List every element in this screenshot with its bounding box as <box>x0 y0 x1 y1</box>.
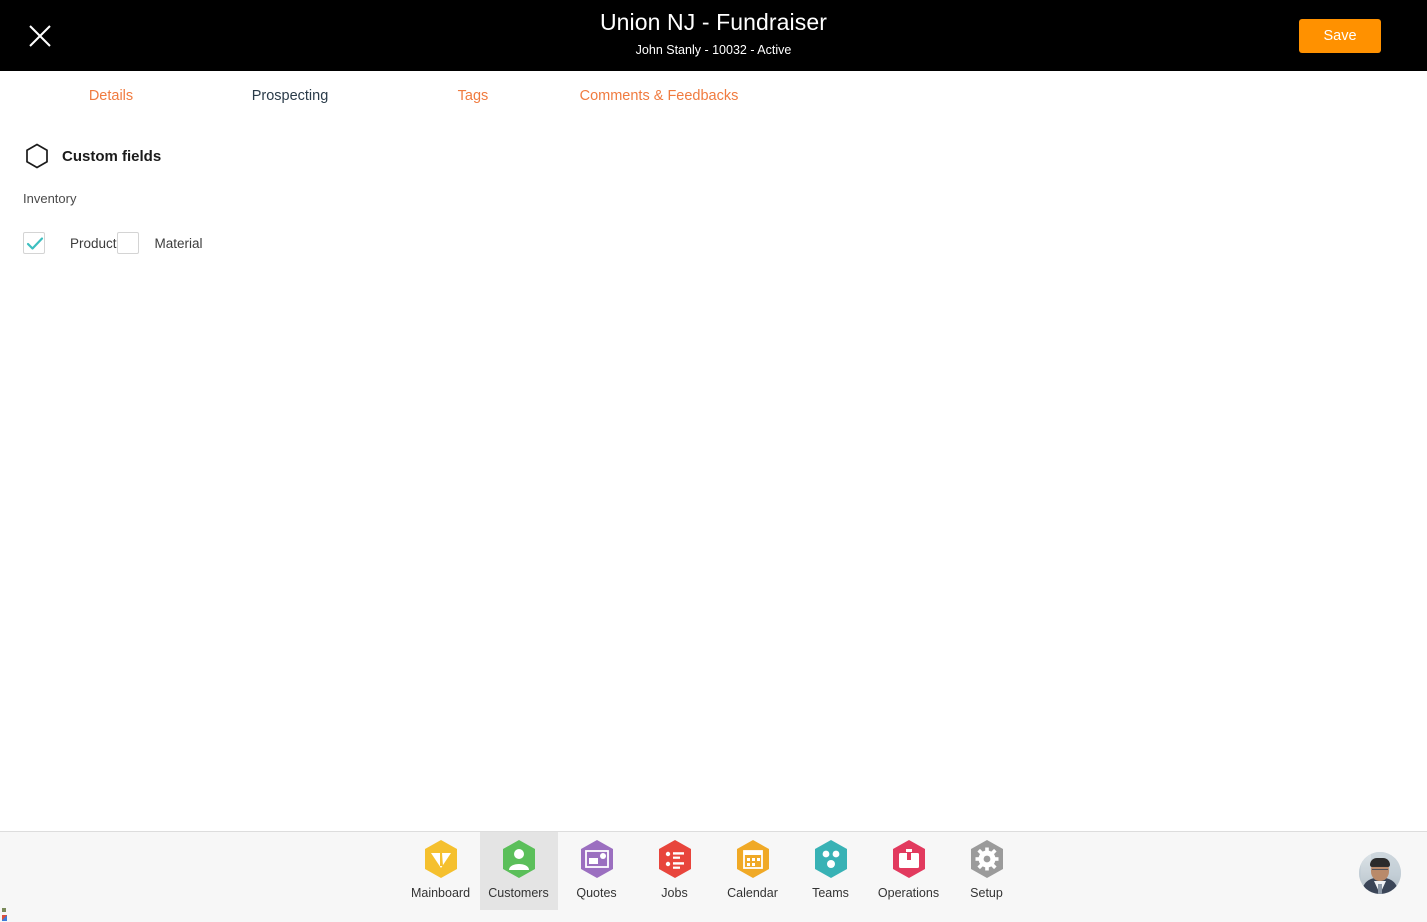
invoice-icon <box>576 838 618 880</box>
nav-item-jobs[interactable]: Jobs <box>636 832 714 910</box>
nav-label-mainboard: Mainboard <box>410 886 471 900</box>
tab-prospecting[interactable]: Prospecting <box>200 71 380 121</box>
custom-fields-section-header: Custom fields <box>24 143 161 169</box>
avatar[interactable] <box>1359 852 1401 894</box>
bottom-nav-items: Mainboard Customers Quotes Jobs Calendar… <box>0 832 1427 922</box>
page-title: Union NJ - Fundraiser <box>599 9 828 35</box>
page-subtitle: John Stanly - 10032 - Active <box>635 43 792 57</box>
hexagon-icon <box>24 143 50 169</box>
field-group-label: Inventory <box>23 191 77 206</box>
avatar-tie <box>1378 884 1382 894</box>
nav-item-teams[interactable]: Teams <box>792 832 870 910</box>
nav-item-customers[interactable]: Customers <box>479 832 558 910</box>
nav-item-setup[interactable]: Setup <box>948 832 1026 910</box>
tab-tags[interactable]: Tags <box>380 71 566 121</box>
tab-bar: Details Prospecting Tags Comments & Feed… <box>0 71 1427 212</box>
tab-content-panel: Custom fields Inventory Product Material <box>0 129 1427 831</box>
tab-details[interactable]: Details <box>22 71 200 121</box>
person-icon <box>498 838 540 880</box>
dashboard-icon <box>420 838 462 880</box>
briefcase-icon <box>888 838 930 880</box>
nav-item-operations[interactable]: Operations <box>870 832 948 910</box>
nav-label-quotes: Quotes <box>576 886 617 900</box>
checkbox-label-product: Product <box>70 235 117 251</box>
inventory-checkbox-row: Product Material <box>23 232 203 254</box>
app-window: Union NJ - Fundraiser John Stanly - 1003… <box>0 0 1427 922</box>
nav-item-mainboard[interactable]: Mainboard <box>402 832 480 910</box>
checkbox-product[interactable] <box>23 232 45 254</box>
nav-label-operations: Operations <box>877 886 940 900</box>
header-titles: Union NJ - Fundraiser John Stanly - 1003… <box>0 8 1427 59</box>
save-button[interactable]: Save <box>1299 19 1381 53</box>
team-icon <box>810 838 852 880</box>
tab-comments-and-feedbacks[interactable]: Comments & Feedbacks <box>566 71 752 121</box>
avatar-glasses <box>1372 866 1388 870</box>
nav-item-quotes[interactable]: Quotes <box>558 832 636 910</box>
nav-label-setup: Setup <box>970 886 1003 900</box>
calendar-icon <box>732 838 774 880</box>
taskbar-artifact-two <box>2 915 7 921</box>
checkbox-label-material: Material <box>154 235 203 251</box>
nav-label-jobs: Jobs <box>661 886 688 900</box>
modal-header: Union NJ - Fundraiser John Stanly - 1003… <box>0 0 1427 71</box>
taskbar-artifact-one <box>2 908 6 912</box>
nav-item-calendar[interactable]: Calendar <box>714 832 792 910</box>
nav-label-teams: Teams <box>812 886 849 900</box>
gear-icon <box>966 838 1008 880</box>
bottom-navigation-bar: Mainboard Customers Quotes Jobs Calendar… <box>0 831 1427 922</box>
tab-list: Details Prospecting Tags Comments & Feed… <box>22 71 752 121</box>
nav-label-calendar: Calendar <box>727 886 778 900</box>
nav-label-customers: Customers <box>488 886 549 900</box>
section-title: Custom fields <box>62 147 162 165</box>
checkbox-material[interactable] <box>116 232 139 254</box>
list-icon <box>654 838 696 880</box>
